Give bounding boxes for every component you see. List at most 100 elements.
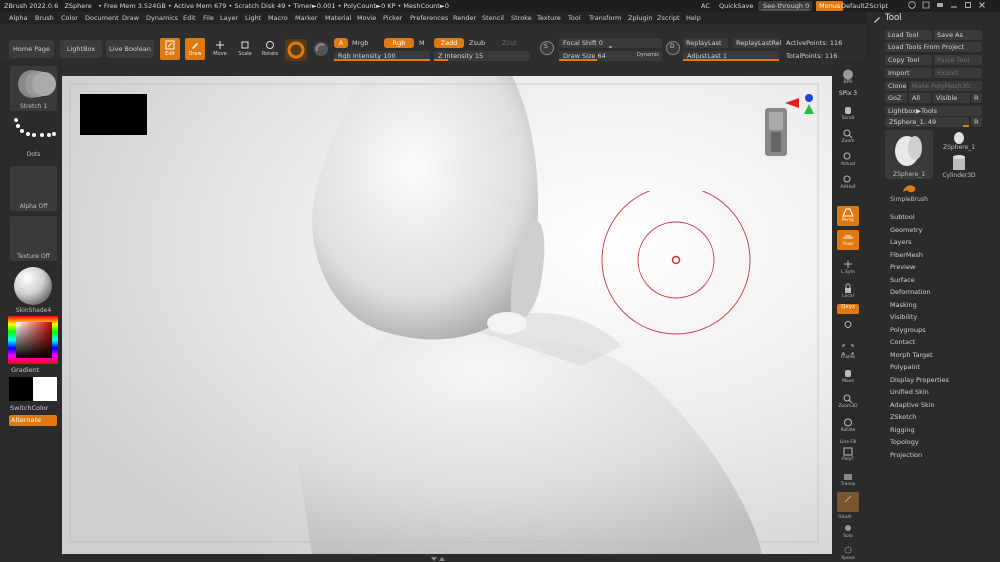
tool-thumb-zsphere-small[interactable]: ZSphere_1 [936, 130, 982, 152]
subpalette-adaptive-skin[interactable]: Adaptive Skin [890, 401, 935, 409]
color-picker[interactable] [8, 316, 58, 364]
draw-size-slider[interactable]: Draw Size 64 Dynamic [559, 51, 662, 61]
help-icon[interactable] [908, 1, 916, 9]
subpalette-display-properties[interactable]: Display Properties [890, 376, 949, 384]
menu-stroke[interactable]: Stroke [511, 14, 532, 22]
material-swatch[interactable] [285, 39, 307, 61]
load-tools-from-project-button[interactable]: Load Tools From Project [885, 42, 982, 52]
menu-render[interactable]: Render [453, 14, 476, 22]
a-toggle[interactable]: A [334, 38, 348, 48]
menu-preferences[interactable]: Preferences [410, 14, 448, 22]
subpalette-polygroups[interactable]: Polygroups [890, 326, 926, 334]
dynamic-toggle[interactable]: Dynamic [637, 52, 659, 58]
subpalette-layers[interactable]: Layers [890, 238, 912, 246]
close-icon[interactable] [978, 1, 986, 9]
menu-light[interactable]: Light [245, 14, 261, 22]
z-intensity-slider[interactable]: Z Intensity 15 [434, 51, 530, 61]
goz-visible-button[interactable]: Visible [933, 93, 970, 103]
material-thumbnail[interactable]: SkinShade4 [10, 265, 57, 314]
replay-last-button[interactable]: ReplayLast [683, 38, 728, 48]
live-boolean-button[interactable]: Live Boolean [106, 40, 154, 58]
layout-icon[interactable] [936, 1, 944, 9]
secondary-color-swatch[interactable] [33, 377, 57, 401]
draw-mode-button[interactable]: Draw [185, 38, 205, 60]
xpose-button[interactable]: Xpose [837, 544, 859, 562]
subpalette-deformation[interactable]: Deformation [890, 288, 931, 296]
d-badge[interactable]: D [666, 41, 680, 55]
home-page-button[interactable]: Home Page [9, 40, 54, 58]
paste-tool-button[interactable]: Paste Tool [934, 55, 982, 65]
goz-r-button[interactable]: R [971, 93, 982, 103]
minimize-icon[interactable] [950, 1, 958, 9]
subpalette-projection[interactable]: Projection [890, 451, 922, 459]
subpalette-surface[interactable]: Surface [890, 276, 915, 284]
subpalette-subtool[interactable]: Subtool [890, 213, 915, 221]
export-button[interactable]: Export [934, 68, 982, 78]
menu-picker[interactable]: Picker [383, 14, 402, 22]
subpalette-polypaint[interactable]: Polypaint [890, 363, 920, 371]
adjust-last-slider[interactable]: AdjustLast 1 [683, 51, 779, 61]
switchcolor-label[interactable]: SwitchColor [10, 404, 48, 412]
copy-tool-button[interactable]: Copy Tool [885, 55, 932, 65]
gradient-label[interactable]: Gradient [11, 366, 39, 374]
default-zscript-button[interactable]: DefaultZScript [841, 2, 888, 10]
subpalette-topology[interactable]: Topology [890, 438, 919, 446]
m-toggle[interactable]: M [419, 39, 425, 47]
goz-all-button[interactable]: All [909, 93, 931, 103]
rotate-mode-button[interactable]: Rotate [260, 38, 280, 60]
subpalette-unified-skin[interactable]: Unified Skin [890, 388, 929, 396]
subpalette-geometry[interactable]: Geometry [890, 226, 922, 234]
actual-button[interactable]: Actual [837, 150, 859, 170]
lightbox-button[interactable]: LightBox [60, 40, 102, 58]
menu-color[interactable]: Color [61, 14, 78, 22]
scale-mode-button[interactable]: Scale [235, 38, 255, 60]
make-polymesh3d-button[interactable]: Make PolyMesh3D [909, 81, 982, 91]
goz-button[interactable]: GoZ [885, 93, 907, 103]
tool-thumb-simplebrush[interactable]: SimpleBrush [885, 180, 933, 204]
save-as-button[interactable]: Save As [934, 30, 982, 40]
quicksave-button[interactable]: QuickSave [719, 2, 753, 10]
ac-toggle[interactable]: AC [701, 2, 710, 10]
maximize-icon[interactable] [964, 1, 972, 9]
transp-button[interactable]: Transp [837, 470, 859, 490]
menu-macro[interactable]: Macro [268, 14, 288, 22]
tool-thumb-zsphere-main[interactable]: ZSphere_1 [885, 130, 933, 179]
zadd-toggle[interactable]: Zadd [434, 38, 464, 48]
subpalette-masking[interactable]: Masking [890, 301, 917, 309]
texture-thumbnail[interactable]: Texture Off [10, 216, 57, 261]
menu-transform[interactable]: Transform [589, 14, 621, 22]
load-tool-button[interactable]: Load Tool [885, 30, 932, 40]
subpalette-visibility[interactable]: Visibility [890, 313, 917, 321]
menu-draw[interactable]: Draw [122, 14, 139, 22]
menu-zscript[interactable]: Zscript [657, 14, 680, 22]
menu-marker[interactable]: Marker [295, 14, 317, 22]
menu-movie[interactable]: Movie [357, 14, 376, 22]
stroke-thumbnail[interactable]: Stretch 1 [10, 66, 57, 111]
menu-material[interactable]: Material [325, 14, 351, 22]
rotate-axis-button[interactable] [837, 318, 859, 338]
subpalette-zsketch[interactable]: ZSketch [890, 413, 916, 421]
menu-file[interactable]: File [203, 14, 214, 22]
menu-edit[interactable]: Edit [183, 14, 196, 22]
menu-document[interactable]: Document [85, 14, 119, 22]
alpha-dots-thumbnail[interactable]: Dots [10, 114, 57, 159]
subpalette-preview[interactable]: Preview [890, 263, 915, 271]
rotate-view-button[interactable]: Rotate [837, 416, 859, 436]
rgb-toggle[interactable]: Rgb [384, 38, 414, 48]
menu-alpha[interactable]: Alpha [9, 14, 27, 22]
polyf-button[interactable]: Line Fill PolyF [837, 440, 859, 462]
menu-help[interactable]: Help [686, 14, 701, 22]
local-button[interactable]: Local [837, 282, 859, 302]
menus-toggle-button[interactable]: Menus [816, 1, 844, 11]
menu-tool[interactable]: Tool [568, 14, 581, 22]
subpalette-contact[interactable]: Contact [890, 338, 915, 346]
document-canvas[interactable] [62, 76, 832, 554]
import-button[interactable]: Import [885, 68, 932, 78]
menu-layer[interactable]: Layer [220, 14, 238, 22]
persp-button[interactable]: Persp [837, 206, 859, 226]
lightbox-tools-button[interactable]: Lightbox▶Tools [885, 106, 982, 116]
lsym-button[interactable]: L.Sym [837, 258, 859, 278]
menu-dynamics[interactable]: Dynamics [146, 14, 178, 22]
palette-icon[interactable] [922, 1, 930, 9]
s-badge[interactable]: S [540, 41, 554, 55]
